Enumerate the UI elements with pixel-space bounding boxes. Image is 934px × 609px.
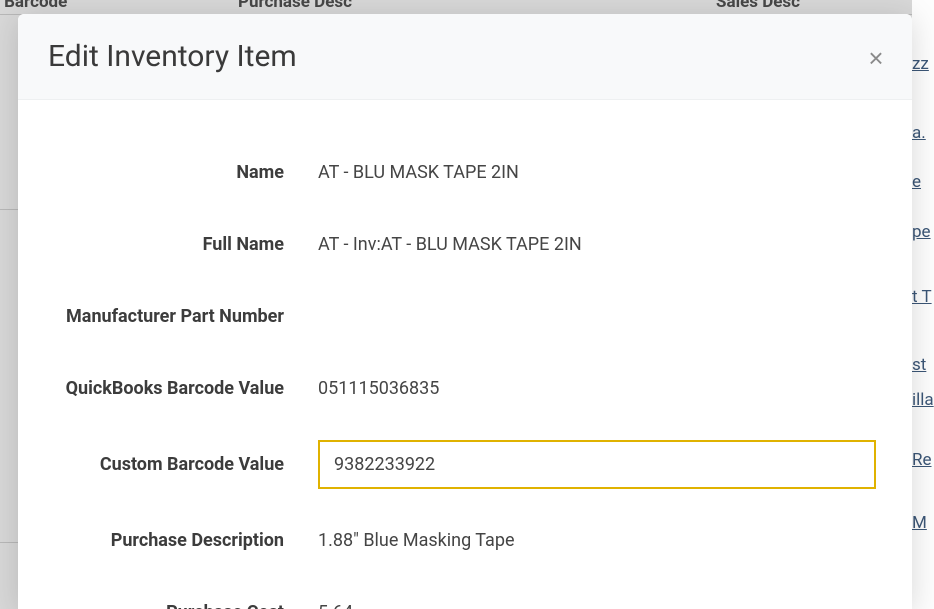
backdrop-link[interactable]: e: [912, 172, 921, 192]
row-mfr-part: Manufacturer Part Number: [48, 280, 882, 352]
modal-header: Edit Inventory Item ×: [18, 14, 912, 100]
label-qb-barcode: QuickBooks Barcode Value: [48, 378, 318, 399]
backdrop-link[interactable]: pe: [912, 222, 931, 242]
backdrop-col-sales-desc: Sales Desc: [716, 0, 800, 12]
label-custom-barcode: Custom Barcode Value: [48, 454, 318, 475]
label-full-name: Full Name: [48, 234, 318, 255]
label-purchase-cost: Purchase Cost: [48, 602, 318, 609]
value-purchase-cost: 5.64: [318, 602, 882, 609]
edit-inventory-modal: Edit Inventory Item × Name AT - BLU MASK…: [18, 14, 912, 609]
row-purchase-desc: Purchase Description 1.88" Blue Masking …: [48, 504, 882, 576]
row-qb-barcode: QuickBooks Barcode Value 051115036835: [48, 352, 882, 424]
custom-barcode-input[interactable]: [318, 440, 876, 489]
backdrop-right-strip: zz a. e pe t T st illa Re M: [912, 0, 934, 609]
backdrop-link[interactable]: illa: [912, 390, 934, 410]
backdrop-link[interactable]: st: [912, 355, 926, 375]
modal-body: Name AT - BLU MASK TAPE 2IN Full Name AT…: [18, 100, 912, 609]
backdrop-link[interactable]: M: [912, 513, 927, 533]
value-purchase-desc: 1.88" Blue Masking Tape: [318, 530, 882, 551]
backdrop-link[interactable]: zz: [912, 54, 929, 74]
backdrop-link[interactable]: Re: [912, 450, 932, 470]
row-custom-barcode: Custom Barcode Value: [48, 424, 882, 504]
close-icon: ×: [868, 45, 883, 71]
value-name: AT - BLU MASK TAPE 2IN: [318, 162, 882, 183]
label-purchase-desc: Purchase Description: [48, 530, 318, 551]
row-name: Name AT - BLU MASK TAPE 2IN: [48, 136, 882, 208]
backdrop-col-custom-barcode: tom Barcode: [0, 0, 67, 12]
backdrop-link[interactable]: a.: [912, 123, 926, 143]
row-purchase-cost: Purchase Cost 5.64: [48, 576, 882, 609]
modal-title: Edit Inventory Item: [48, 39, 297, 74]
label-mfr-part: Manufacturer Part Number: [48, 306, 318, 327]
close-button[interactable]: ×: [864, 46, 888, 70]
value-full-name: AT - Inv:AT - BLU MASK TAPE 2IN: [318, 234, 882, 255]
row-full-name: Full Name AT - Inv:AT - BLU MASK TAPE 2I…: [48, 208, 882, 280]
value-qb-barcode: 051115036835: [318, 378, 882, 399]
label-name: Name: [48, 162, 318, 183]
backdrop-header: tom Barcode Purchase Desc Sales Desc: [0, 0, 934, 14]
backdrop-col-purchase-desc: Purchase Desc: [238, 0, 352, 12]
backdrop-link[interactable]: t T: [912, 287, 932, 307]
